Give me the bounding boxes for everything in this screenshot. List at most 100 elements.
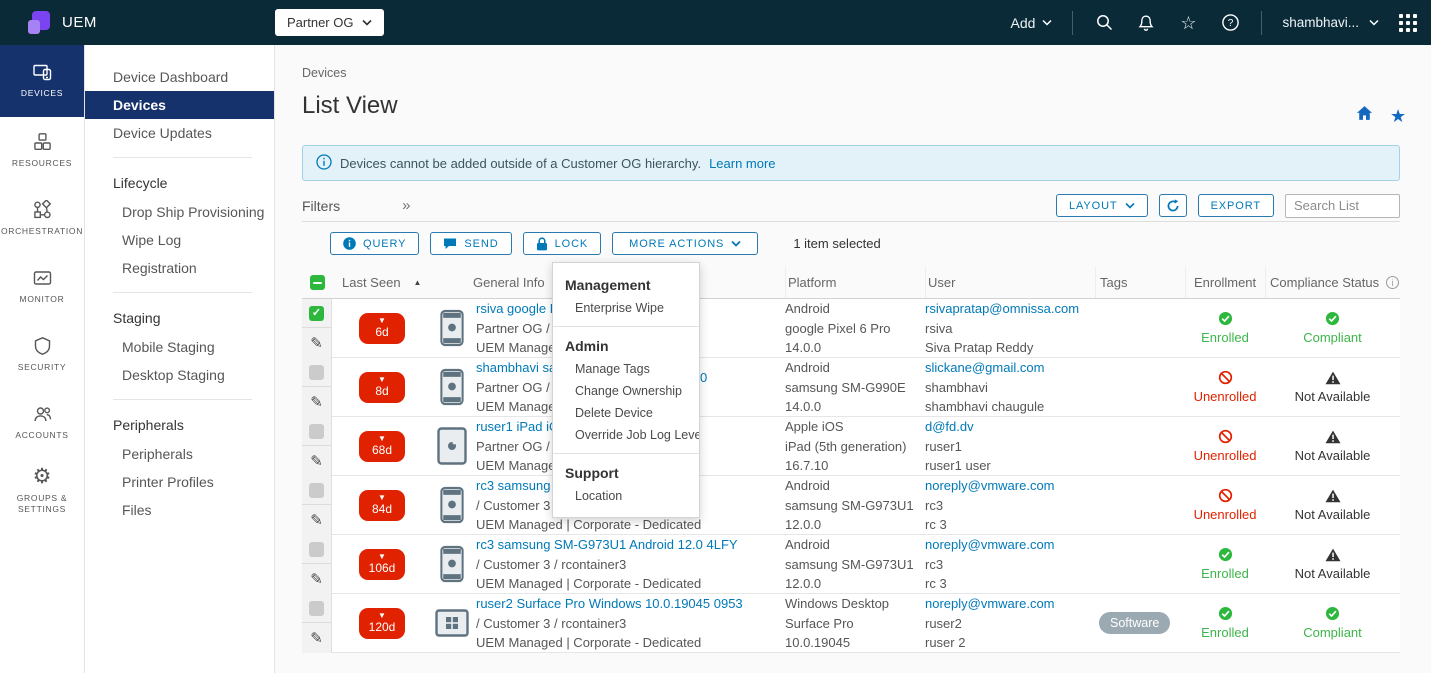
menu-item-override-job-log-level[interactable]: Override Job Log Level xyxy=(553,424,699,446)
notifications-bell-icon[interactable] xyxy=(1135,12,1157,34)
learn-more-link[interactable]: Learn more xyxy=(709,156,775,171)
search-icon[interactable] xyxy=(1093,12,1115,34)
column-header-user[interactable]: User xyxy=(925,267,1095,298)
last-seen-badge[interactable]: ▼68d xyxy=(359,431,405,462)
row-checkbox[interactable] xyxy=(309,542,324,557)
chevron-down-icon xyxy=(362,19,372,26)
edit-pencil-icon[interactable]: ✎ xyxy=(310,452,323,470)
home-icon[interactable] xyxy=(1356,105,1373,126)
edit-pencil-icon[interactable]: ✎ xyxy=(310,629,323,647)
layout-button[interactable]: LAYOUT xyxy=(1056,194,1148,217)
last-seen-badge[interactable]: ▼6d xyxy=(359,313,405,344)
table-row: ✎ ▼8d shambhavi samPartner OG / CuUEM Ma… xyxy=(302,358,1400,417)
sidebar-item-mobile-staging[interactable]: Mobile Staging xyxy=(85,333,274,361)
enrollment-status: Enrolled xyxy=(1185,594,1265,653)
row-checkbox[interactable] xyxy=(309,424,324,439)
sidebar-item-device-updates[interactable]: Device Updates xyxy=(85,119,274,147)
help-icon[interactable]: ? xyxy=(1219,12,1241,34)
nav-monitor[interactable]: MONITOR xyxy=(0,253,84,321)
sidebar-item-printer-profiles[interactable]: Printer Profiles xyxy=(85,468,274,496)
tags-label: Tags xyxy=(1100,275,1127,290)
edit-pencil-icon[interactable]: ✎ xyxy=(310,570,323,588)
user-email-link[interactable]: noreply@vmware.com xyxy=(925,537,1055,552)
query-button[interactable]: QUERY xyxy=(330,232,419,255)
nav-devices[interactable]: DEVICES xyxy=(0,45,84,117)
compliant-check-icon xyxy=(1325,606,1340,621)
enrollment-status: Unenrolled xyxy=(1185,358,1265,417)
sidebar-item-desktop-staging[interactable]: Desktop Staging xyxy=(85,361,274,389)
enrollment-status: Enrolled xyxy=(1185,299,1265,358)
sidebar-item-peripherals[interactable]: Peripherals xyxy=(85,440,274,468)
last-seen-badge[interactable]: ▼8d xyxy=(359,372,405,403)
last-seen-badge[interactable]: ▼84d xyxy=(359,490,405,521)
row-checkbox[interactable] xyxy=(309,483,324,498)
send-chat-icon xyxy=(443,237,457,250)
column-header-last-seen[interactable]: Last Seen▲ xyxy=(332,267,432,298)
favorites-star-icon[interactable]: ☆ xyxy=(1177,12,1199,34)
organization-group-selector[interactable]: Partner OG xyxy=(275,9,384,36)
menu-item-manage-tags[interactable]: Manage Tags xyxy=(553,358,699,380)
sidebar-section-staging: Staging xyxy=(85,303,274,333)
menu-item-change-ownership[interactable]: Change Ownership xyxy=(553,380,699,402)
menu-item-location[interactable]: Location xyxy=(553,485,699,507)
lock-button[interactable]: LOCK xyxy=(523,232,602,255)
refresh-button[interactable] xyxy=(1159,194,1187,217)
device-name-link[interactable]: ruser2 Surface Pro Windows 10.0.19045 09… xyxy=(476,596,743,611)
last-seen-badge[interactable]: ▼120d xyxy=(359,608,405,639)
column-header-platform[interactable]: Platform xyxy=(785,267,925,298)
nav-security[interactable]: SECURITY xyxy=(0,321,84,389)
sidebar-item-drop-ship-provisioning[interactable]: Drop Ship Provisioning xyxy=(85,198,274,226)
user-menu[interactable]: shambhavi... xyxy=(1282,15,1379,30)
nav-accounts[interactable]: ACCOUNTS xyxy=(0,389,84,457)
chevron-down-icon xyxy=(1125,202,1135,209)
sidebar-item-registration[interactable]: Registration xyxy=(85,254,274,282)
menu-item-delete-device[interactable]: Delete Device xyxy=(553,402,699,424)
row-checkbox[interactable] xyxy=(309,601,324,616)
edit-pencil-icon[interactable]: ✎ xyxy=(310,334,323,352)
breadcrumb[interactable]: Devices xyxy=(302,66,346,80)
column-header-compliance[interactable]: Compliance Statusi xyxy=(1265,267,1400,298)
user-email-link[interactable]: d@fd.dv xyxy=(925,419,974,434)
menu-section-management: Management xyxy=(553,273,699,297)
expand-filters-icon[interactable]: » xyxy=(402,197,410,214)
table-row: ✎ ▼68d ruser1 iPad iOSPartner OG / CuUEM… xyxy=(302,417,1400,476)
enrollment-status: Enrolled xyxy=(1185,535,1265,594)
user-email-link[interactable]: noreply@vmware.com xyxy=(925,596,1055,611)
sidebar-section-lifecycle: Lifecycle xyxy=(85,168,274,198)
sort-asc-icon: ▲ xyxy=(414,278,422,287)
menu-item-enterprise-wipe[interactable]: Enterprise Wipe xyxy=(553,297,699,319)
search-list-input[interactable] xyxy=(1285,194,1400,218)
edit-pencil-icon[interactable]: ✎ xyxy=(310,511,323,529)
sidebar-item-device-dashboard[interactable]: Device Dashboard xyxy=(85,63,274,91)
sidebar-item-devices[interactable]: Devices xyxy=(85,91,274,119)
user-email-link[interactable]: rsivapratap@omnissa.com xyxy=(925,301,1079,316)
nav-orchestration[interactable]: ORCHESTRATION xyxy=(0,185,84,253)
more-actions-button[interactable]: MORE ACTIONS xyxy=(612,232,758,255)
lock-icon xyxy=(536,237,548,251)
brand: UEM xyxy=(28,11,97,35)
add-menu-button[interactable]: Add xyxy=(1011,15,1053,31)
column-header-enrollment[interactable]: Enrollment xyxy=(1185,267,1265,298)
select-all-checkbox[interactable] xyxy=(310,275,325,290)
nav-groups-settings[interactable]: ⚙ GROUPS & SETTINGS xyxy=(0,457,84,525)
compliance-status: Not Available xyxy=(1265,476,1400,535)
row-checkbox[interactable] xyxy=(309,365,324,380)
last-seen-badge[interactable]: ▼106d xyxy=(359,549,405,580)
send-button[interactable]: SEND xyxy=(430,232,511,255)
sidebar-item-files[interactable]: Files xyxy=(85,496,274,524)
devices-icon xyxy=(32,62,53,82)
info-icon[interactable]: i xyxy=(1386,276,1399,289)
device-name-link-tail[interactable]: 0 xyxy=(700,368,707,388)
user-email-link[interactable]: slickane@gmail.com xyxy=(925,360,1044,375)
favorite-page-star-icon[interactable]: ★ xyxy=(1390,107,1406,125)
column-header-tags[interactable]: Tags xyxy=(1095,267,1185,298)
export-button[interactable]: EXPORT xyxy=(1198,194,1274,217)
device-name-link[interactable]: rc3 samsung SM-G973U1 Android 12.0 4LFY xyxy=(476,537,738,552)
sidebar-item-wipe-log[interactable]: Wipe Log xyxy=(85,226,274,254)
app-launcher-grid-icon[interactable] xyxy=(1399,14,1417,32)
row-checkbox[interactable] xyxy=(309,306,324,321)
edit-pencil-icon[interactable]: ✎ xyxy=(310,393,323,411)
nav-resources[interactable]: RESOURCES xyxy=(0,117,84,185)
gear-icon: ⚙ xyxy=(33,467,52,487)
user-email-link[interactable]: noreply@vmware.com xyxy=(925,478,1055,493)
